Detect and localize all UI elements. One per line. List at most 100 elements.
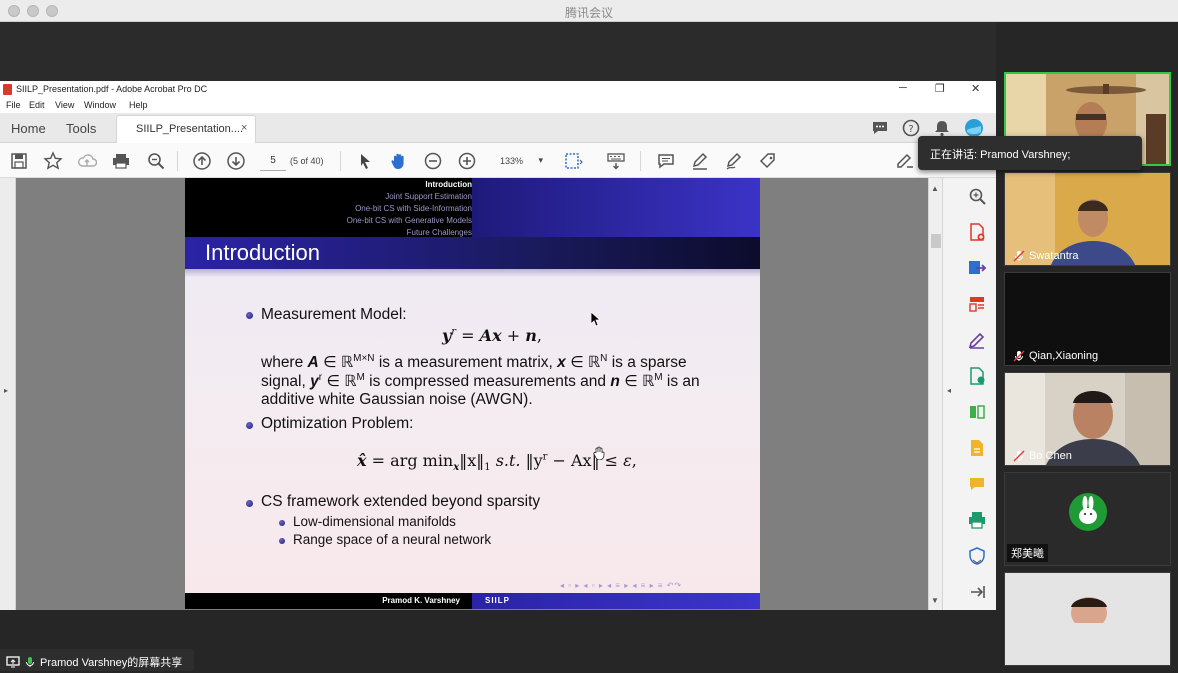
acrobat-menu-bar: File Edit View Window Help	[0, 98, 996, 113]
sup: M×N	[353, 353, 375, 364]
bullet-measurement-model: Measurement Model:	[261, 306, 407, 323]
highlight-pen-icon[interactable]	[690, 151, 710, 171]
bullet-cs-framework: CS framework extended beyond sparsity	[261, 493, 541, 510]
participant-name: 郑美曦	[1007, 544, 1048, 562]
participant-tile-zheng-meixi[interactable]: 郑美曦	[1004, 472, 1171, 566]
bullet-optimization-problem: Optimization Problem:	[261, 415, 414, 432]
tab-tools[interactable]: Tools	[66, 121, 96, 136]
save-icon[interactable]	[9, 151, 29, 171]
slide-title-bar: Introduction	[185, 237, 760, 269]
txt: is an	[662, 373, 700, 391]
zoom-out-icon[interactable]	[423, 151, 443, 171]
txt: ∈ ℝ	[565, 354, 601, 372]
tab-close-icon[interactable]: ×	[241, 122, 247, 134]
zoom-level-select[interactable]: 133% ▾	[490, 151, 548, 171]
keyboard-scroll-icon[interactable]	[606, 151, 626, 171]
txt: is compressed measurements and	[364, 373, 611, 391]
participant-tile-partial[interactable]	[1004, 572, 1171, 666]
tab-document[interactable]: SIILP_Presentation.... ×	[116, 115, 256, 144]
comment-bubble-icon[interactable]	[870, 118, 890, 138]
participant-name-label: Swatantra	[1029, 250, 1079, 262]
participant-tile-qian-xiaoning[interactable]: Qian,Xiaoning	[1004, 272, 1171, 366]
stamp-tag-icon[interactable]	[758, 151, 778, 171]
participant-tile-bo-chen[interactable]: Bo Chen	[1004, 372, 1171, 466]
left-navigation-pane[interactable]: ▸	[0, 178, 16, 610]
create-pdf-icon[interactable]	[967, 222, 987, 242]
slide-footer-band	[472, 593, 760, 609]
next-page-icon[interactable]	[226, 151, 246, 171]
slide-section-nav: Introduction Joint Support Estimation On…	[185, 178, 760, 237]
sym-x: x	[557, 354, 566, 372]
menu-file[interactable]: File	[6, 100, 21, 110]
comment-tool-icon[interactable]	[967, 474, 987, 494]
vertical-scrollbar[interactable]: ▲ ▼	[928, 178, 942, 610]
page-number-input[interactable]: 5	[260, 151, 286, 171]
zoom-in-icon[interactable]	[457, 151, 477, 171]
draw-pen-icon[interactable]	[724, 151, 744, 171]
txt: where	[261, 354, 308, 372]
acrobat-restore-button[interactable]: ❐	[935, 82, 945, 95]
more-tools-icon[interactable]	[967, 582, 987, 602]
eq2-end: ,	[631, 451, 637, 470]
organize-pages-icon[interactable]	[967, 294, 987, 314]
fit-page-icon[interactable]	[563, 151, 583, 171]
participant-name: Qian,Xiaoning	[1013, 350, 1098, 362]
eq2-norm2a: ‖y	[525, 451, 543, 470]
microphone-icon	[1013, 250, 1025, 262]
compare-files-icon[interactable]	[967, 402, 987, 422]
sign-icon[interactable]	[895, 151, 915, 171]
expand-left-pane-icon[interactable]: ▸	[4, 386, 8, 395]
edit-pdf-icon[interactable]	[967, 330, 987, 350]
participant-tile-swatantra[interactable]: Swatantra	[1004, 172, 1171, 266]
scroll-up-icon[interactable]: ▲	[931, 184, 939, 193]
collapse-right-pane-icon[interactable]: ◂	[947, 386, 951, 395]
search-zoom-tool-icon[interactable]	[967, 186, 987, 206]
chevron-down-icon: ▾	[538, 155, 543, 165]
protect-shield-icon[interactable]	[967, 546, 987, 566]
bookmark-star-icon[interactable]	[43, 151, 63, 171]
sub-bullet-manifolds: Low-dimensional manifolds	[293, 514, 456, 529]
add-comment-icon[interactable]	[656, 151, 676, 171]
user-avatar[interactable]	[964, 118, 984, 138]
txt: ∈ ℝ	[322, 373, 357, 391]
txt: is a measurement matrix,	[374, 354, 558, 372]
right-tools-pane: ◂	[942, 178, 996, 610]
find-zoom-icon[interactable]	[146, 151, 166, 171]
menu-edit[interactable]: Edit	[29, 100, 45, 110]
mouse-pointer-icon	[591, 312, 601, 327]
eq1-equals: =	[456, 326, 480, 345]
screen-share-label[interactable]: Pramod Varshney的屏幕共享	[0, 649, 194, 671]
export-pdf-icon[interactable]	[967, 258, 987, 278]
acrobat-close-button[interactable]: ✕	[971, 82, 980, 95]
screen: 腾讯会议 SIILP_Presentation.pdf - Adobe Acro…	[0, 0, 1178, 673]
slide-title-shadow	[185, 269, 760, 277]
screen-share-owner: Pramod Varshney的屏幕共享	[40, 657, 183, 669]
help-icon[interactable]: ?	[901, 118, 921, 138]
app-title: 腾讯会议	[564, 6, 613, 20]
hand-tool-icon[interactable]	[389, 151, 409, 171]
menu-help[interactable]: Help	[129, 100, 148, 110]
toolbar-separator	[177, 151, 178, 171]
acrobat-title-bar: SIILP_Presentation.pdf - Adobe Acrobat P…	[0, 81, 996, 98]
acrobat-minimize-button[interactable]: ─	[899, 82, 907, 94]
bell-icon[interactable]	[932, 118, 952, 138]
menu-window[interactable]: Window	[84, 100, 116, 110]
upload-cloud-icon[interactable]	[77, 151, 98, 171]
fill-sign-icon[interactable]	[967, 438, 987, 458]
where-line-3: additive white Gaussian noise (AWGN).	[261, 391, 533, 408]
slide-footer: Pramod K. Varshney SIILP	[185, 593, 760, 609]
menu-view[interactable]: View	[55, 100, 74, 110]
select-arrow-icon[interactable]	[355, 151, 375, 171]
scrollbar-thumb[interactable]	[931, 234, 941, 248]
combine-files-icon[interactable]	[967, 366, 987, 386]
bullet-icon	[246, 422, 253, 429]
scroll-down-icon[interactable]: ▼	[931, 596, 939, 605]
eq2-norm2b: − Ax‖ ≤	[547, 451, 624, 470]
tab-home[interactable]: Home	[11, 121, 46, 136]
print-production-icon[interactable]	[967, 510, 987, 530]
participants-panel: Swatantra Qian,Xiaoning Bo Chen 郑美曦	[996, 22, 1178, 673]
print-icon[interactable]	[111, 151, 131, 171]
document-viewport[interactable]: ▸ Introduction Joint Support Estimation …	[0, 178, 996, 610]
eq1-ax: Ax	[479, 326, 502, 345]
previous-page-icon[interactable]	[192, 151, 212, 171]
